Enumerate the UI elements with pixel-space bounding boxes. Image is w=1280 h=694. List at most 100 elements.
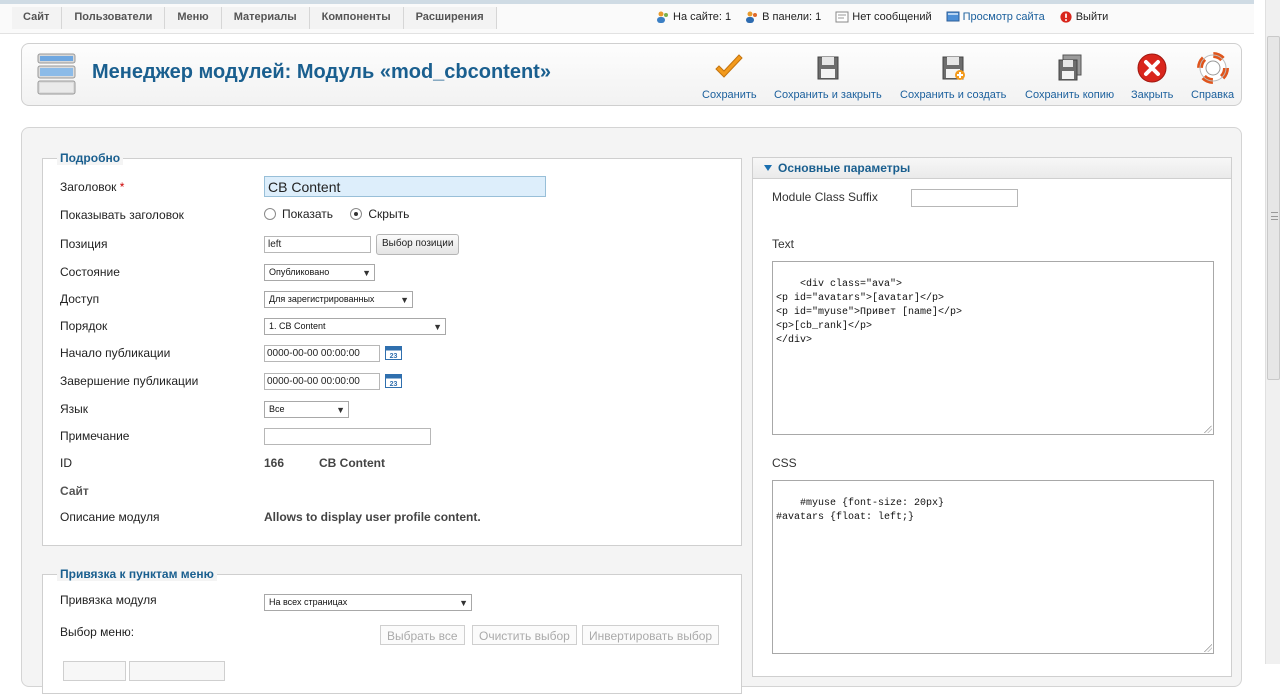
- in-panel-text: В панели: 1: [762, 11, 822, 23]
- clear-selection-button[interactable]: Очистить выбор: [472, 625, 577, 645]
- show-title-label: Показывать заголовок: [60, 208, 184, 222]
- menu-item-menus[interactable]: Меню: [165, 7, 222, 29]
- id-label: ID: [60, 456, 72, 470]
- details-legend: Подробно: [57, 151, 124, 165]
- save-close-button[interactable]: Сохранить и закрыть: [774, 52, 882, 101]
- logout-text[interactable]: Выйти: [1076, 11, 1109, 23]
- publish-down-input[interactable]: [264, 373, 380, 390]
- text-label: Text: [772, 237, 795, 251]
- menu-item-users[interactable]: Пользователи: [62, 7, 166, 29]
- resize-handle[interactable]: [1204, 644, 1212, 652]
- note-label: Примечание: [60, 429, 130, 443]
- position-row: Позиция Выбор позиции: [43, 234, 741, 255]
- close-button[interactable]: Закрыть: [1131, 52, 1173, 101]
- chevron-down-icon: ▼: [433, 322, 442, 332]
- show-title-hide-radio[interactable]: Скрыть: [350, 207, 409, 221]
- status-logout[interactable]: Выйти: [1059, 11, 1109, 23]
- select-position-button[interactable]: Выбор позиции: [376, 234, 460, 255]
- title-input[interactable]: [264, 176, 546, 197]
- menu-tab[interactable]: [63, 661, 126, 681]
- save-close-label: Сохранить и закрыть: [774, 89, 882, 101]
- menu-item-extensions[interactable]: Расширения: [403, 7, 497, 29]
- basic-options-header[interactable]: Основные параметры: [753, 158, 1231, 179]
- status-bar: На сайте: 1 В панели: 1 Нет сообщений Пр…: [656, 11, 1122, 23]
- title-label: Заголовок *: [60, 180, 124, 194]
- description-label: Описание модуля: [60, 510, 160, 524]
- floppy-icon: [817, 56, 839, 80]
- show-title-row: Показывать заголовок Показать Скрыть: [43, 205, 741, 225]
- radio-hide-dot[interactable]: [350, 208, 363, 220]
- module-assignment-value: На всех страницах: [269, 597, 348, 607]
- menu-assignment-fieldset: Привязка к пунктам меню Привязка модуля …: [42, 567, 742, 694]
- save-copy-button[interactable]: Сохранить копию: [1025, 52, 1114, 101]
- logout-icon: [1060, 11, 1072, 23]
- site-label: Сайт: [60, 484, 89, 498]
- note-row: Примечание: [43, 426, 741, 446]
- help-button[interactable]: Справка: [1191, 52, 1234, 101]
- publish-up-input[interactable]: [264, 345, 380, 362]
- publish-up-label: Начало публикации: [60, 346, 171, 360]
- language-select-value: Все: [269, 404, 285, 414]
- class-suffix-input[interactable]: [911, 189, 1018, 207]
- state-label: Состояние: [60, 265, 120, 279]
- resize-handle[interactable]: [1204, 425, 1212, 433]
- ordering-select[interactable]: 1. CB Content ▼: [264, 318, 446, 335]
- menu-tab[interactable]: [129, 661, 225, 681]
- check-icon: [715, 54, 744, 78]
- title-label-text: Заголовок: [60, 180, 117, 194]
- description-value: Allows to display user profile content.: [264, 510, 481, 524]
- close-circle-icon: [1137, 53, 1167, 83]
- note-input[interactable]: [264, 428, 431, 445]
- access-select[interactable]: Для зарегистрированных ▼: [264, 291, 413, 308]
- status-view-site[interactable]: Просмотр сайта: [946, 11, 1045, 23]
- show-title-show-radio[interactable]: Показать: [264, 207, 333, 221]
- language-row: Язык Все ▼: [43, 399, 741, 419]
- chevron-down-icon: ▼: [336, 405, 345, 415]
- basic-options-title: Основные параметры: [778, 161, 911, 175]
- menu-item-content[interactable]: Материалы: [221, 7, 310, 29]
- view-site-link[interactable]: Просмотр сайта: [963, 11, 1045, 23]
- module-assignment-label: Привязка модуля: [60, 593, 157, 607]
- invert-selection-button[interactable]: Инвертировать выбор: [582, 625, 720, 645]
- status-on-site: На сайте: 1: [656, 11, 731, 23]
- text-textarea-content: <div class="ava"> <p id="avatars">[avata…: [776, 279, 963, 346]
- state-row: Состояние Опубликовано ▼: [43, 262, 741, 282]
- publish-down-row: Завершение публикации 23: [43, 371, 741, 391]
- calendar-icon[interactable]: 23: [385, 345, 402, 360]
- admin-users-icon: [746, 11, 758, 23]
- select-all-button[interactable]: Выбрать все: [380, 625, 465, 645]
- description-row: Описание модуля Allows to display user p…: [43, 507, 741, 527]
- module-assignment-select[interactable]: На всех страницах ▼: [264, 594, 472, 611]
- css-textarea[interactable]: #myuse {font-size: 20px} #avatars {float…: [772, 480, 1214, 654]
- state-select-value: Опубликовано: [269, 267, 330, 277]
- lifebuoy-icon: [1196, 52, 1229, 84]
- save-new-button[interactable]: Сохранить и создать: [900, 52, 1006, 101]
- required-mark: *: [119, 180, 125, 194]
- css-label: CSS: [772, 456, 797, 470]
- position-input[interactable]: [264, 236, 371, 253]
- access-label: Доступ: [60, 292, 100, 306]
- state-select[interactable]: Опубликовано ▼: [264, 264, 375, 281]
- ordering-label: Порядок: [60, 319, 108, 333]
- calendar-icon[interactable]: 23: [385, 373, 402, 388]
- ordering-select-value: 1. CB Content: [269, 321, 326, 331]
- save-label: Сохранить: [702, 89, 757, 101]
- menu-item-site[interactable]: Сайт: [12, 7, 63, 29]
- scrollbar-thumb[interactable]: [1267, 36, 1280, 380]
- page-scrollbar[interactable]: [1265, 0, 1280, 664]
- menu-select-row: Выбор меню: Выбрать все Очистить выбор И…: [43, 622, 741, 645]
- chevron-down-icon: ▼: [362, 268, 371, 278]
- ordering-row: Порядок 1. CB Content ▼: [43, 316, 741, 336]
- text-textarea[interactable]: <div class="ava"> <p id="avatars">[avata…: [772, 261, 1214, 435]
- class-suffix-label: Module Class Suffix: [772, 190, 878, 204]
- menu-select-label: Выбор меню:: [60, 625, 135, 639]
- language-select[interactable]: Все ▼: [264, 401, 349, 418]
- monitor-icon: [946, 11, 960, 22]
- radio-show-dot[interactable]: [264, 208, 276, 220]
- status-in-panel: В панели: 1: [745, 11, 821, 23]
- save-button[interactable]: Сохранить: [702, 52, 757, 101]
- menu-item-components[interactable]: Компоненты: [309, 7, 404, 29]
- status-messages[interactable]: Нет сообщений: [835, 11, 932, 23]
- top-bar: Сайт Пользователи Меню Материалы Компоне…: [0, 0, 1254, 34]
- id-value: 166: [264, 456, 285, 470]
